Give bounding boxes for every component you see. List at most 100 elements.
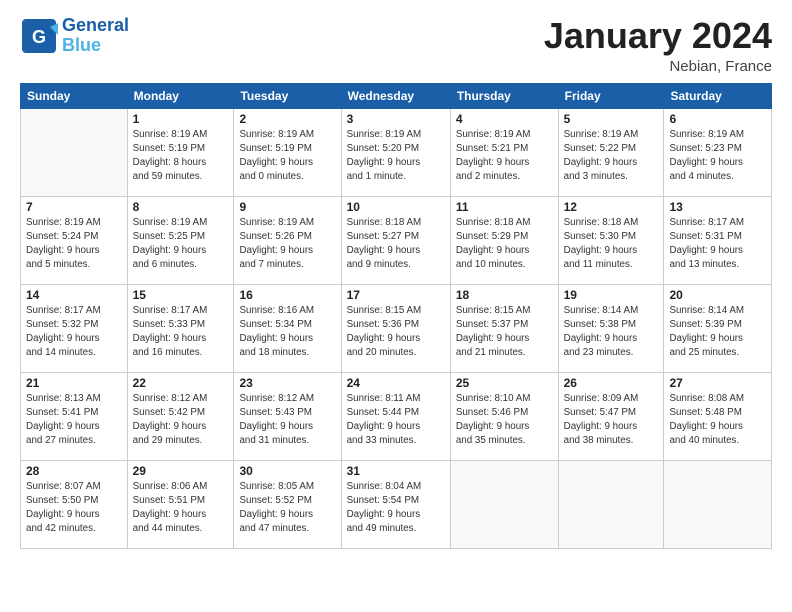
title-block: January 2024 Nebian, France (544, 16, 772, 75)
sunrise: Sunrise: 8:19 AM (239, 128, 335, 142)
logo: G General Blue (20, 16, 129, 56)
daylight-line1: Daylight: 9 hours (239, 156, 335, 170)
calendar-week-1: 1Sunrise: 8:19 AMSunset: 5:19 PMDaylight… (21, 108, 772, 196)
day-info: Sunrise: 8:19 AMSunset: 5:23 PMDaylight:… (669, 128, 766, 185)
daylight-line2: and 29 minutes. (133, 434, 229, 448)
daylight-line2: and 6 minutes. (133, 258, 229, 272)
day-number: 7 (26, 200, 122, 214)
daylight-line2: and 2 minutes. (456, 170, 553, 184)
sunrise: Sunrise: 8:18 AM (456, 216, 553, 230)
weekday-row: Sunday Monday Tuesday Wednesday Thursday… (21, 83, 772, 108)
sunrise: Sunrise: 8:19 AM (26, 216, 122, 230)
calendar-cell: 17Sunrise: 8:15 AMSunset: 5:36 PMDayligh… (341, 284, 450, 372)
location: Nebian, France (544, 58, 772, 75)
day-info: Sunrise: 8:14 AMSunset: 5:39 PMDaylight:… (669, 304, 766, 361)
sunrise: Sunrise: 8:15 AM (456, 304, 553, 318)
sunrise: Sunrise: 8:18 AM (564, 216, 659, 230)
sunset: Sunset: 5:29 PM (456, 230, 553, 244)
daylight-line2: and 1 minute. (347, 170, 445, 184)
col-wednesday: Wednesday (341, 83, 450, 108)
daylight-line2: and 59 minutes. (133, 170, 229, 184)
header: G General Blue January 2024 Nebian, Fran… (20, 16, 772, 75)
day-info: Sunrise: 8:14 AMSunset: 5:38 PMDaylight:… (564, 304, 659, 361)
col-friday: Friday (558, 83, 664, 108)
daylight-line2: and 44 minutes. (133, 522, 229, 536)
daylight-line1: Daylight: 9 hours (347, 508, 445, 522)
col-sunday: Sunday (21, 83, 128, 108)
daylight-line1: Daylight: 9 hours (669, 332, 766, 346)
day-info: Sunrise: 8:17 AMSunset: 5:32 PMDaylight:… (26, 304, 122, 361)
daylight-line2: and 13 minutes. (669, 258, 766, 272)
sunrise: Sunrise: 8:08 AM (669, 392, 766, 406)
sunset: Sunset: 5:34 PM (239, 318, 335, 332)
day-info: Sunrise: 8:07 AMSunset: 5:50 PMDaylight:… (26, 480, 122, 537)
calendar-week-2: 7 Sunrise: 8:19 AMSunset: 5:24 PM Daylight… (21, 196, 772, 284)
sunset: Sunset: 5:20 PM (347, 142, 445, 156)
sunset: Sunset: 5:46 PM (456, 406, 553, 420)
sunset: Sunset: 5:31 PM (669, 230, 766, 244)
calendar-cell: 22 Sunrise: 8:12 AMSunset: 5:42 PMDayligh… (127, 372, 234, 460)
calendar-cell (664, 460, 772, 548)
day-number: 22 (133, 376, 229, 390)
daylight-line2: and 21 minutes. (456, 346, 553, 360)
day-number: 30 (239, 464, 335, 478)
sunrise: Sunrise: 8:18 AM (347, 216, 445, 230)
daylight-line1: Daylight: 9 hours (564, 244, 659, 258)
sunset: Sunset: 5:24 PM (26, 230, 122, 244)
calendar-cell: 26Sunrise: 8:09 AMSunset: 5:47 PMDayligh… (558, 372, 664, 460)
day-number: 17 (347, 288, 445, 302)
sunset: Sunset: 5:22 PM (564, 142, 659, 156)
sunset: Sunset: 5:51 PM (133, 494, 229, 508)
daylight-line2: and 47 minutes. (239, 522, 335, 536)
sunrise: Sunrise: 8:17 AM (669, 216, 766, 230)
sunset: Sunset: 5:50 PM (26, 494, 122, 508)
sunrise: Sunrise: 8:07 AM (26, 480, 122, 494)
sunset: Sunset: 5:38 PM (564, 318, 659, 332)
day-info: Sunrise: 8:06 AMSunset: 5:51 PMDaylight:… (133, 480, 229, 537)
sunrise: Sunrise: 8:12 AM (239, 392, 335, 406)
sunset: Sunset: 5:44 PM (347, 406, 445, 420)
col-saturday: Saturday (664, 83, 772, 108)
daylight-line1: Daylight: 9 hours (564, 156, 659, 170)
day-number: 26 (564, 376, 659, 390)
calendar-cell: 1Sunrise: 8:19 AMSunset: 5:19 PMDaylight… (127, 108, 234, 196)
calendar-cell: 7Sunrise: 8:19 AMSunset: 5:24 PMDaylight… (21, 196, 128, 284)
calendar-week-3: 14 Sunrise: 8:17 AMSunset: 5:32 PMDayligh… (21, 284, 772, 372)
day-number: 16 (239, 288, 335, 302)
calendar-cell: 9Sunrise: 8:19 AMSunset: 5:26 PMDaylight… (234, 196, 341, 284)
calendar-cell: 28Sunrise: 8:07 AMSunset: 5:50 PMDayligh… (21, 460, 128, 548)
sunrise: Sunrise: 8:19 AM (456, 128, 553, 142)
day-info: Sunrise: 8:19 AMSunset: 5:21 PMDaylight:… (456, 128, 553, 185)
daylight-line1: Daylight: 9 hours (26, 420, 122, 434)
sunrise: Sunrise: 8:11 AM (347, 392, 445, 406)
logo-icon: G (20, 17, 58, 55)
daylight-line1: Daylight: 9 hours (669, 420, 766, 434)
sunset: Sunset: 5:41 PM (26, 406, 122, 420)
daylight-line2: and 9 minutes. (347, 258, 445, 272)
day-number: 31 (347, 464, 445, 478)
day-info: Sunrise: 8:18 AMSunset: 5:29 PMDaylight:… (456, 216, 553, 273)
daylight-line2: and 14 minutes. (26, 346, 122, 360)
day-number: 21 (26, 376, 122, 390)
logo-text-blue: Blue (62, 36, 129, 56)
daylight-line1: Daylight: 9 hours (133, 244, 229, 258)
sunset: Sunset: 5:52 PM (239, 494, 335, 508)
calendar-cell: 24Sunrise: 8:11 AMSunset: 5:44 PMDayligh… (341, 372, 450, 460)
sunrise: Sunrise: 8:17 AM (26, 304, 122, 318)
daylight-line1: Daylight: 9 hours (239, 332, 335, 346)
daylight-line2: and 7 minutes. (239, 258, 335, 272)
day-info: Sunrise: 8:12 AMSunset: 5:42 PMDaylight:… (133, 392, 229, 449)
day-number: 18 (456, 288, 553, 302)
day-number: 24 (347, 376, 445, 390)
calendar-cell: 27Sunrise: 8:08 AMSunset: 5:48 PMDayligh… (664, 372, 772, 460)
calendar-cell: 29Sunrise: 8:06 AMSunset: 5:51 PMDayligh… (127, 460, 234, 548)
calendar-cell: 20Sunrise: 8:14 AMSunset: 5:39 PMDayligh… (664, 284, 772, 372)
calendar-cell: 31Sunrise: 8:04 AMSunset: 5:54 PMDayligh… (341, 460, 450, 548)
calendar-cell: 19Sunrise: 8:14 AMSunset: 5:38 PMDayligh… (558, 284, 664, 372)
day-info: Sunrise: 8:19 AMSunset: 5:22 PMDaylight:… (564, 128, 659, 185)
day-number: 14 (26, 288, 122, 302)
daylight-line2: and 40 minutes. (669, 434, 766, 448)
day-info: Sunrise: 8:16 AMSunset: 5:34 PMDaylight:… (239, 304, 335, 361)
day-number: 6 (669, 112, 766, 126)
sunrise: Sunrise: 8:19 AM (564, 128, 659, 142)
